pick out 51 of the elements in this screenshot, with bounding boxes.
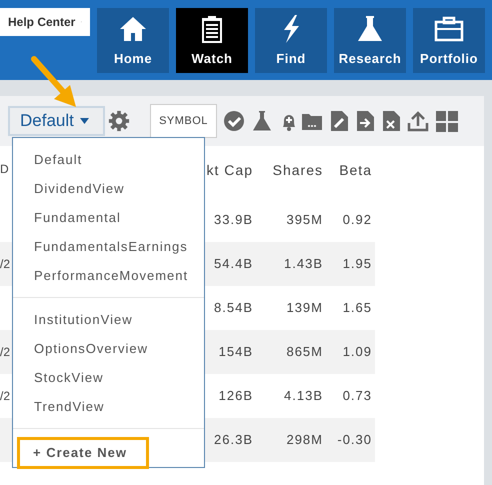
column-header: kt Cap xyxy=(206,161,254,180)
column-header: D xyxy=(0,161,10,178)
flask-icon[interactable] xyxy=(251,110,273,132)
table-cell-text: 154B xyxy=(218,343,254,362)
column-header: Beta xyxy=(338,161,373,180)
table-cell-text: /2 xyxy=(0,388,12,405)
table-cell-text: 26.3B xyxy=(213,431,254,450)
help-center-button[interactable]: Help Center xyxy=(0,8,90,36)
file-x-icon[interactable] xyxy=(381,110,401,132)
menu-item[interactable]: Default xyxy=(13,145,204,174)
check-circle-icon[interactable] xyxy=(223,110,245,132)
table-cell-text: 33.9B xyxy=(213,211,254,230)
menu-item[interactable]: InstitutionView xyxy=(13,305,204,334)
menu-item[interactable]: FundamentalsEarnings xyxy=(13,232,204,261)
table-cell-text: 0.92 xyxy=(342,211,373,230)
table-cell-text: 0.73 xyxy=(342,387,373,406)
table-cell-text: 865M xyxy=(285,343,324,362)
menu-item[interactable]: OptionsOverview xyxy=(13,334,204,363)
symbol-field[interactable]: SYMBOL xyxy=(150,104,217,138)
menu-item[interactable]: DividendView xyxy=(13,174,204,203)
file-pencil-icon[interactable] xyxy=(329,110,349,132)
menu-item[interactable]: StockView xyxy=(13,363,204,392)
menu-item[interactable]: Fundamental xyxy=(13,203,204,232)
flask-icon xyxy=(355,14,385,44)
nav-tab[interactable]: Find xyxy=(255,8,327,73)
file-arrow-icon[interactable] xyxy=(355,110,375,132)
table-cell-text: 1.95 xyxy=(342,255,373,274)
table-cell-text: 1.65 xyxy=(342,299,373,318)
nav-tab[interactable]: Portfolio xyxy=(413,8,485,73)
table-cell-text: 1.43B xyxy=(283,255,324,274)
table-cell-text: 1.09 xyxy=(342,343,373,362)
table-cell-text: 298M xyxy=(285,431,324,450)
table-cell-text: 4.13B xyxy=(283,387,324,406)
table-cell-text: 126B xyxy=(218,387,254,406)
create-new-button[interactable]: + Create New xyxy=(17,437,149,469)
upload-icon[interactable] xyxy=(407,110,429,132)
table-cell-text: 139M xyxy=(285,299,324,318)
nav-tab[interactable]: Research xyxy=(334,8,406,73)
nav-tab[interactable]: Home xyxy=(97,8,169,73)
column-header: Shares xyxy=(272,161,324,180)
menu-item[interactable]: PerformanceMovement xyxy=(13,261,204,290)
table-cell-text: -0.30 xyxy=(336,431,373,450)
grid-icon[interactable] xyxy=(435,110,459,132)
view-selector-button[interactable]: Default xyxy=(8,106,105,136)
menu-item[interactable]: TrendView xyxy=(13,392,204,421)
table-cell-text: /2 xyxy=(0,256,12,273)
nav-tab[interactable]: Watch xyxy=(176,8,248,73)
table-cell-text: 54.4B xyxy=(213,255,254,274)
table-cell-text: 8.54B xyxy=(213,299,254,318)
settings-icon[interactable] xyxy=(108,110,130,132)
table-cell-text: 395M xyxy=(285,211,324,230)
